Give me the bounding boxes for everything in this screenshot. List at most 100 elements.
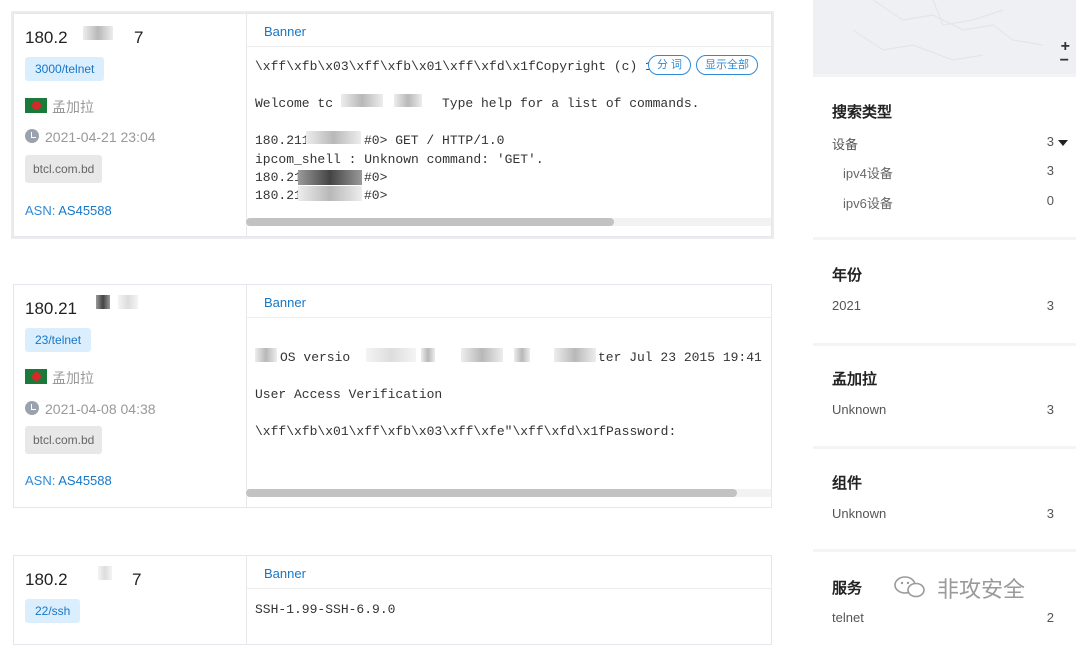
section-title: 服务 [832, 580, 863, 597]
redacted-mask [255, 348, 277, 362]
horizontal-scrollbar[interactable] [246, 489, 771, 497]
country-section: 孟加拉 Unknown 3 [813, 346, 1076, 446]
redacted-mask [366, 348, 416, 362]
asn-label: ASN: [25, 473, 59, 488]
port-tag[interactable]: 23/telnet [25, 328, 92, 352]
ip-address-suffix: 7 [132, 570, 142, 589]
redacted-mask [118, 295, 138, 309]
filter-count: 3 [1046, 298, 1054, 313]
port-tag[interactable]: 22/ssh [25, 599, 81, 623]
filter-count: 2 [1046, 610, 1054, 625]
clock-icon [25, 129, 39, 143]
country-label[interactable]: 孟加拉 [52, 368, 94, 388]
asn-info: ASN: AS45588 [25, 203, 112, 218]
redacted-mask [394, 94, 422, 107]
show-all-button[interactable]: 显示全部 [696, 55, 758, 75]
banner-panel: Banner \xff\xfb\x03\xff\xfb\x01\xff\xfd\… [246, 14, 771, 236]
banner-tab[interactable]: Banner [264, 566, 306, 581]
clock-icon [25, 401, 39, 415]
banner-panel: Banner OS versio ter Jul 23 2015 19:41 U… [246, 285, 771, 507]
redacted-mask [306, 131, 361, 144]
result-card: 180.2 7 3000/telnet 孟加拉 2021-04-21 23:04… [13, 13, 772, 237]
domain-tag[interactable]: btcl.com.bd [25, 426, 103, 454]
ip-address-suffix: 7 [134, 28, 144, 47]
filter-count: 3 [1046, 506, 1054, 521]
segment-button[interactable]: 分 词 [648, 55, 692, 75]
filter-option-ipv4[interactable]: ipv4设备 [843, 163, 893, 182]
banner-line: User Access Verification [255, 387, 443, 402]
banner-line: OS versio [280, 350, 351, 365]
redacted-mask [554, 348, 596, 362]
banner-line: #0> GET / HTTP/1.0 [364, 133, 505, 148]
asn-link[interactable]: AS45588 [58, 203, 112, 218]
banner-line: SSH-1.99-SSH-6.9.0 [255, 602, 396, 617]
bangladesh-flag-icon [25, 98, 47, 113]
zoom-out-button[interactable]: − [1060, 52, 1069, 70]
country-label[interactable]: 孟加拉 [52, 97, 94, 117]
banner-header: Banner [246, 285, 771, 318]
result-card: 180.2 7 22/ssh Banner SSH-1.99-SSH-6.9.0 [13, 555, 772, 645]
redacted-mask [298, 186, 362, 201]
filter-option-service[interactable]: telnet [832, 610, 864, 625]
world-map[interactable]: + − [813, 0, 1076, 74]
filter-option-device[interactable]: 设备 [832, 134, 858, 153]
host-info-panel: 180.2 7 3000/telnet 孟加拉 2021-04-21 23:04… [14, 14, 247, 236]
filter-count: 0 [1046, 193, 1054, 208]
banner-line: ipcom_shell : Unknown command: 'GET'. [255, 152, 544, 167]
banner-header: Banner [246, 14, 771, 47]
banner-header: Banner [246, 556, 771, 589]
filter-count: 3 [1046, 402, 1054, 417]
bangladesh-flag-icon [25, 369, 47, 384]
banner-line: 180.21 [255, 170, 302, 185]
filter-option-component[interactable]: Unknown [832, 506, 886, 521]
year-section: 年份 2021 3 [813, 240, 1076, 343]
filter-option-year[interactable]: 2021 [832, 298, 861, 313]
redacted-mask [421, 348, 435, 362]
asn-link[interactable]: AS45588 [58, 473, 112, 488]
redacted-mask [341, 94, 383, 107]
ip-address[interactable]: 180.21 [25, 299, 77, 319]
filter-count: 3 [1046, 163, 1054, 178]
domain-tag[interactable]: btcl.com.bd [25, 155, 103, 183]
scrollbar-thumb[interactable] [246, 489, 737, 497]
scrollbar-thumb[interactable] [246, 218, 614, 226]
search-type-section: 搜索类型 设备 3 ipv4设备 3 ipv6设备 0 [813, 77, 1076, 237]
ip-address[interactable]: 180.2 [25, 570, 68, 590]
filter-count: 3 [1046, 134, 1054, 149]
wechat-logo-icon [894, 576, 925, 598]
section-title: 孟加拉 [832, 371, 878, 388]
redacted-mask [298, 170, 362, 185]
banner-tab[interactable]: Banner [264, 24, 306, 39]
section-title: 搜索类型 [832, 104, 893, 121]
banner-line: #0> [364, 188, 388, 203]
scan-date: 2021-04-21 23:04 [45, 129, 156, 145]
filter-sidebar: + − 搜索类型 设备 3 ipv4设备 3 ipv6设备 0 年份 2021 … [813, 0, 1076, 635]
port-tag[interactable]: 3000/telnet [25, 57, 105, 81]
banner-line: #0> [364, 170, 388, 185]
section-title: 年份 [832, 267, 863, 284]
banner-line: \xff\xfb\x03\xff\xfb\x01\xff\xfd\x1fCopy… [255, 59, 653, 74]
horizontal-scrollbar[interactable] [246, 218, 771, 226]
watermark-text: 非攻安全 [937, 577, 1026, 602]
filter-option-country[interactable]: Unknown [832, 402, 886, 417]
ip-address[interactable]: 180.2 [25, 28, 68, 48]
world-map-graphic [852, 0, 1044, 61]
host-info-panel: 180.21 23/telnet 孟加拉 2021-04-08 04:38 bt… [14, 285, 247, 507]
banner-line: 180.211 [255, 133, 310, 148]
redacted-mask [461, 348, 503, 362]
redacted-mask [83, 26, 113, 40]
redacted-mask [514, 348, 530, 362]
banner-line: Welcome tc [255, 96, 334, 111]
host-info-panel: 180.2 7 22/ssh [14, 556, 247, 644]
filter-option-ipv6[interactable]: ipv6设备 [843, 193, 893, 212]
banner-panel: Banner SSH-1.99-SSH-6.9.0 [246, 556, 771, 644]
banner-line: 180.21 [255, 188, 302, 203]
expand-caret-icon[interactable] [1058, 140, 1068, 146]
component-section: 组件 Unknown 3 [813, 449, 1076, 549]
banner-line: \xff\xfb\x01\xff\xfb\x03\xff\xfe"\xff\xf… [255, 424, 677, 439]
asn-info: ASN: AS45588 [25, 473, 112, 488]
banner-tab[interactable]: Banner [264, 295, 306, 310]
banner-line: ter Jul 23 2015 19:41 [598, 350, 762, 365]
asn-label: ASN: [25, 203, 59, 218]
section-title: 组件 [832, 475, 863, 492]
